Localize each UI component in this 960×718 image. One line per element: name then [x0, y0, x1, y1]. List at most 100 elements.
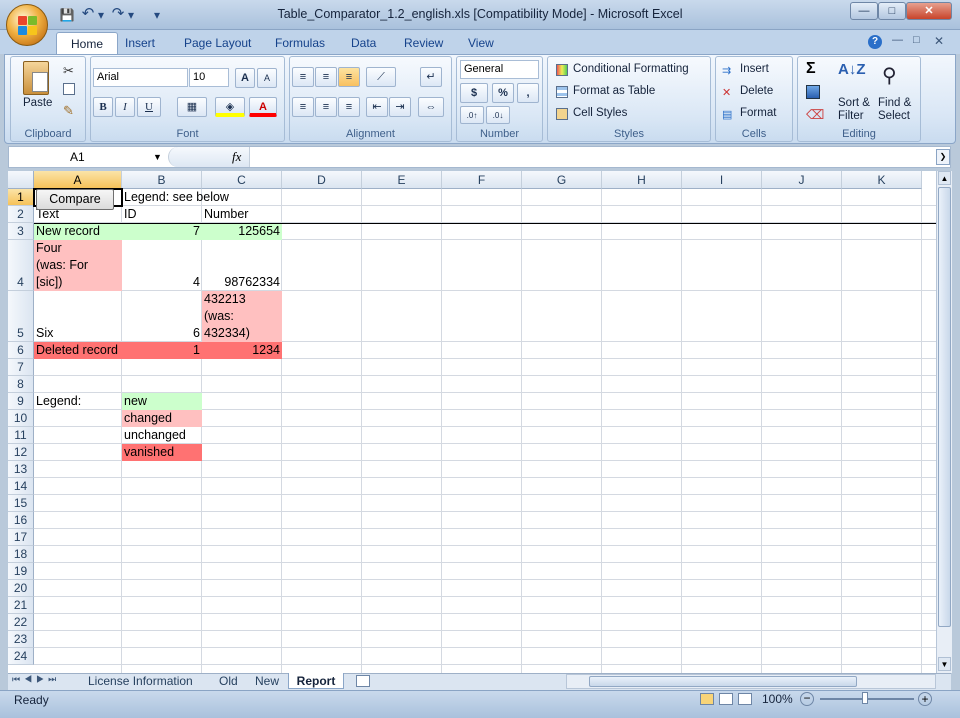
- row-header-14[interactable]: 14: [8, 478, 34, 495]
- row-header-4[interactable]: 4: [8, 240, 34, 291]
- conditional-formatting-button[interactable]: Conditional Formatting: [573, 63, 689, 75]
- normal-view-icon[interactable]: [700, 693, 714, 705]
- row-header-24[interactable]: 24: [8, 648, 34, 665]
- minimize-button[interactable]: —: [850, 2, 878, 20]
- row-header-5[interactable]: 5: [8, 291, 34, 342]
- cell-B2[interactable]: ID: [122, 206, 202, 223]
- page-break-view-icon[interactable]: [738, 693, 752, 705]
- tab-insert[interactable]: Insert: [123, 32, 157, 54]
- row-header-2[interactable]: 2: [8, 206, 34, 223]
- sheet-navigation-icons[interactable]: ⏮◀▶⏭: [12, 674, 60, 685]
- name-box-dropdown-icon[interactable]: ▼: [153, 152, 162, 162]
- insert-sheet-icon[interactable]: [356, 675, 370, 687]
- cell-B12[interactable]: vanished: [122, 444, 202, 461]
- cell-A6[interactable]: Deleted record: [34, 342, 122, 359]
- zoom-level[interactable]: 100%: [762, 692, 793, 706]
- tab-view[interactable]: View: [466, 32, 496, 54]
- cell-B6[interactable]: 1: [122, 342, 202, 359]
- find-select-label[interactable]: Find &: [878, 97, 911, 109]
- redo-dropdown-icon[interactable]: ▾: [126, 8, 136, 24]
- row-header-22[interactable]: 22: [8, 614, 34, 631]
- font-size-combo[interactable]: 10: [189, 68, 229, 87]
- find-select-icon[interactable]: ⚲: [882, 63, 897, 88]
- borders-button[interactable]: ▦: [177, 97, 207, 117]
- sort-filter-label-2[interactable]: Filter: [838, 110, 864, 122]
- row-header-10[interactable]: 10: [8, 410, 34, 427]
- sheet-tab-license-information[interactable]: License Information: [84, 673, 197, 689]
- clear-icon[interactable]: ⌫: [806, 107, 824, 123]
- align-left-button[interactable]: ≡: [292, 97, 314, 117]
- cell-B5[interactable]: 6: [122, 291, 202, 342]
- cell-C3[interactable]: 125654: [202, 223, 282, 240]
- fill-color-button[interactable]: ◈: [215, 97, 245, 117]
- row-header-20[interactable]: 20: [8, 580, 34, 597]
- sheet-tab-new[interactable]: New: [251, 673, 283, 689]
- sort-filter-label[interactable]: Sort &: [838, 97, 870, 109]
- redo-icon[interactable]: ↷: [110, 4, 126, 22]
- delete-cells-button[interactable]: Delete: [740, 85, 773, 97]
- row-header-6[interactable]: 6: [8, 342, 34, 359]
- row-header-16[interactable]: 16: [8, 512, 34, 529]
- cell-C5[interactable]: 432213 (was: 432334): [202, 291, 282, 342]
- cell-B11[interactable]: unchanged: [122, 427, 202, 444]
- row-header-12[interactable]: 12: [8, 444, 34, 461]
- font-color-button[interactable]: A: [249, 97, 277, 117]
- merge-center-button[interactable]: ⇔: [418, 97, 444, 117]
- cell-C2[interactable]: Number: [202, 206, 282, 223]
- undo-dropdown-icon[interactable]: ▾: [96, 8, 106, 24]
- row-header-17[interactable]: 17: [8, 529, 34, 546]
- horizontal-scrollbar[interactable]: [566, 674, 936, 689]
- customize-qat-icon[interactable]: ▾: [150, 8, 164, 24]
- page-layout-view-icon[interactable]: [719, 693, 733, 705]
- maximize-button[interactable]: □: [878, 2, 906, 20]
- sort-filter-icon[interactable]: A↓Z: [838, 61, 866, 78]
- bold-button[interactable]: B: [93, 97, 113, 117]
- worksheet-grid[interactable]: ABCDEFGHIJK 1 2 3 4 5 6 7 8 9 10 11 12 13 14 15 16 17 18 1…: [8, 171, 936, 673]
- column-header-c[interactable]: C: [202, 171, 282, 189]
- format-painter-icon[interactable]: ✎: [63, 103, 74, 119]
- tab-review[interactable]: Review: [402, 32, 445, 54]
- zoom-slider-thumb[interactable]: [862, 692, 868, 704]
- orientation-button[interactable]: ⟋: [366, 67, 396, 87]
- save-icon[interactable]: 💾: [58, 8, 76, 24]
- grow-font-button[interactable]: A: [235, 68, 255, 88]
- cell-styles-button[interactable]: Cell Styles: [573, 107, 627, 119]
- tab-data[interactable]: Data: [349, 32, 378, 54]
- align-middle-button[interactable]: ≡: [315, 67, 337, 87]
- workbook-close-icon[interactable]: ✕: [934, 34, 944, 48]
- cell-C6[interactable]: 1234: [202, 342, 282, 359]
- column-header-i[interactable]: I: [682, 171, 762, 189]
- select-all-button[interactable]: [8, 171, 34, 189]
- column-header-g[interactable]: G: [522, 171, 602, 189]
- scroll-down-icon[interactable]: ▼: [938, 657, 951, 671]
- align-bottom-button[interactable]: ≡: [338, 67, 360, 87]
- cell-B9[interactable]: new: [122, 393, 202, 410]
- column-header-k[interactable]: K: [842, 171, 922, 189]
- cell-A5[interactable]: Six: [34, 291, 122, 342]
- copy-icon[interactable]: [63, 83, 75, 95]
- sheet-tab-old[interactable]: Old: [215, 673, 242, 689]
- office-button[interactable]: [6, 4, 48, 46]
- row-header-9[interactable]: 9: [8, 393, 34, 410]
- ribbon-restore-icon[interactable]: □: [913, 34, 920, 46]
- format-as-table-button[interactable]: Format as Table: [573, 85, 655, 97]
- sheet-tab-report[interactable]: Report: [288, 673, 344, 689]
- align-center-button[interactable]: ≡: [315, 97, 337, 117]
- format-cells-button[interactable]: Format: [740, 107, 776, 119]
- undo-icon[interactable]: ↶: [80, 4, 96, 22]
- paste-label[interactable]: Paste: [23, 97, 52, 109]
- autosum-icon[interactable]: Σ: [806, 60, 816, 78]
- column-header-a[interactable]: A: [34, 171, 122, 189]
- row-header-18[interactable]: 18: [8, 546, 34, 563]
- row-header-8[interactable]: 8: [8, 376, 34, 393]
- expand-formula-bar-icon[interactable]: ❯: [936, 149, 950, 165]
- ribbon-minimize-icon[interactable]: —: [892, 34, 903, 46]
- tab-page-layout[interactable]: Page Layout: [182, 32, 253, 54]
- number-format-combo[interactable]: General: [460, 60, 539, 79]
- row-header-13[interactable]: 13: [8, 461, 34, 478]
- close-button[interactable]: ✕: [906, 2, 952, 20]
- column-header-d[interactable]: D: [282, 171, 362, 189]
- cell-A9[interactable]: Legend:: [34, 393, 122, 410]
- formula-input[interactable]: [254, 148, 934, 166]
- align-right-button[interactable]: ≡: [338, 97, 360, 117]
